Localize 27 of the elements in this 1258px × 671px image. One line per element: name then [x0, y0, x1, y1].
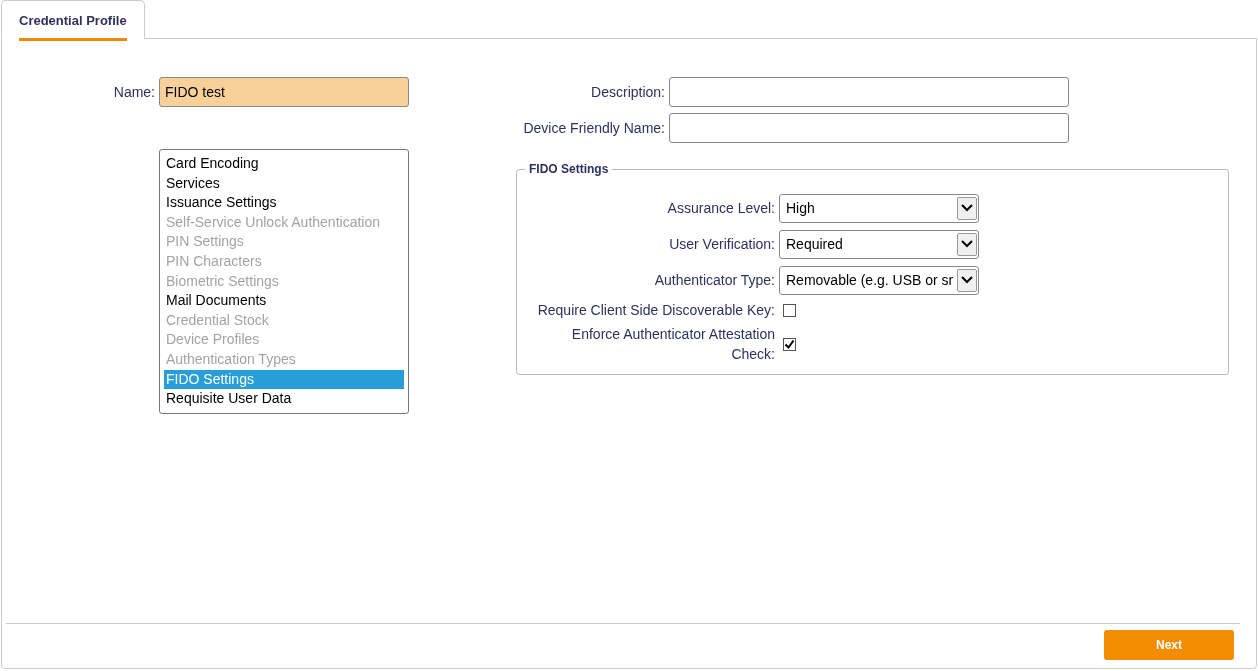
- field-label: Enforce Authenticator Attestation Check:: [570, 325, 775, 364]
- field-label: User Verification:: [668, 235, 775, 254]
- checkmark-icon: [784, 338, 795, 350]
- field-label: Authenticator Type:: [653, 271, 775, 290]
- list-item[interactable]: Requisite User Data: [164, 389, 404, 409]
- field-label: Name:: [112, 82, 155, 102]
- checkbox[interactable]: [783, 303, 796, 317]
- chevron-down-icon: [961, 240, 973, 248]
- field-label: Description:: [590, 82, 665, 102]
- dropdown[interactable]: High: [779, 193, 979, 223]
- input-field[interactable]: [669, 113, 1069, 143]
- field-label: Assurance Level:: [666, 199, 775, 218]
- checkbox[interactable]: [783, 337, 796, 351]
- field-label: Device Friendly Name:: [522, 118, 665, 138]
- input-field[interactable]: [669, 77, 1069, 107]
- list-item[interactable]: Mail Documents: [164, 291, 404, 311]
- list-item[interactable]: Card Encoding: [164, 154, 404, 174]
- list-item[interactable]: Issuance Settings: [164, 193, 404, 213]
- dropdown[interactable]: Required: [779, 229, 979, 259]
- dropdown[interactable]: Removable (e.g. USB or sr: [779, 265, 979, 295]
- chevron-down-icon: [961, 204, 973, 212]
- tab[interactable]: Credential Profile: [1, 0, 145, 39]
- field-label: Require Client Side Discoverable Key:: [536, 301, 775, 320]
- chevron-down-icon: [961, 276, 973, 284]
- name-field[interactable]: FIDO test: [159, 77, 409, 107]
- group-title: FIDO Settings: [525, 161, 613, 177]
- list-item[interactable]: Services: [164, 173, 404, 194]
